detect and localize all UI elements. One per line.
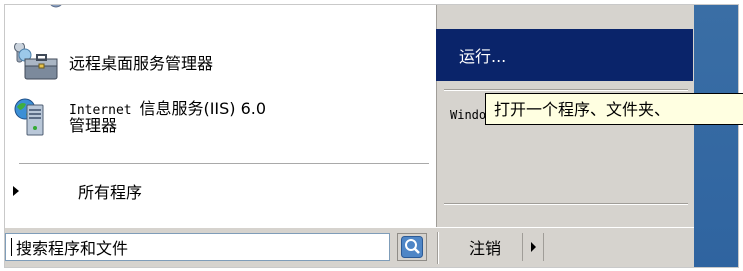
arrow-right-icon xyxy=(13,186,19,196)
pinned-programs-pane: 远程桌面服务管理器 Internet 信息服务(IIS) 6.0 管理器 所有程… xyxy=(5,5,434,227)
run-label: 运行... xyxy=(459,47,507,66)
tooltip: 打开一个程序、文件夹、 xyxy=(485,93,743,125)
program-label: 远程桌面服务管理器 xyxy=(69,53,214,73)
search-icon xyxy=(401,236,423,258)
all-programs-button[interactable]: 所有程序 xyxy=(5,176,434,206)
program-iis-manager[interactable]: Internet 信息服务(IIS) 6.0 管理器 xyxy=(11,97,266,137)
iis-label-line2: 管理器 xyxy=(69,116,118,135)
text-caret xyxy=(11,238,12,256)
search-placeholder: 搜索程序和文件 xyxy=(16,239,129,258)
search-button[interactable] xyxy=(397,233,427,261)
iis-label-cjk: 信息服务(IIS) 6.0 xyxy=(139,99,267,118)
remote-desktop-manager-icon xyxy=(14,41,58,80)
desktop-background xyxy=(694,5,738,267)
iis-manager-icon xyxy=(14,98,44,136)
logoff-button[interactable]: 注销 xyxy=(449,233,521,261)
start-menu-bottom-bar: 搜索程序和文件 注销 xyxy=(5,227,694,267)
shutdown-options-button[interactable] xyxy=(522,233,544,261)
search-input[interactable]: 搜索程序和文件 xyxy=(5,233,390,261)
start-menu: 远程桌面服务管理器 Internet 信息服务(IIS) 6.0 管理器 所有程… xyxy=(4,4,739,268)
program-label: Internet 信息服务(IIS) 6.0 管理器 xyxy=(69,99,267,135)
logoff-label: 注销 xyxy=(468,239,501,258)
separator xyxy=(437,232,439,264)
arrow-right-icon xyxy=(530,242,536,252)
separator xyxy=(444,89,688,91)
gear-icon xyxy=(50,5,62,8)
separator xyxy=(444,203,688,205)
run-menu-item[interactable]: 运行... xyxy=(436,29,693,81)
separator xyxy=(19,163,429,165)
all-programs-label: 所有程序 xyxy=(78,183,143,202)
windows-menu-item[interactable]: Windows xyxy=(450,108,490,122)
program-remote-desktop-manager[interactable]: 远程桌面服务管理器 xyxy=(11,41,214,83)
